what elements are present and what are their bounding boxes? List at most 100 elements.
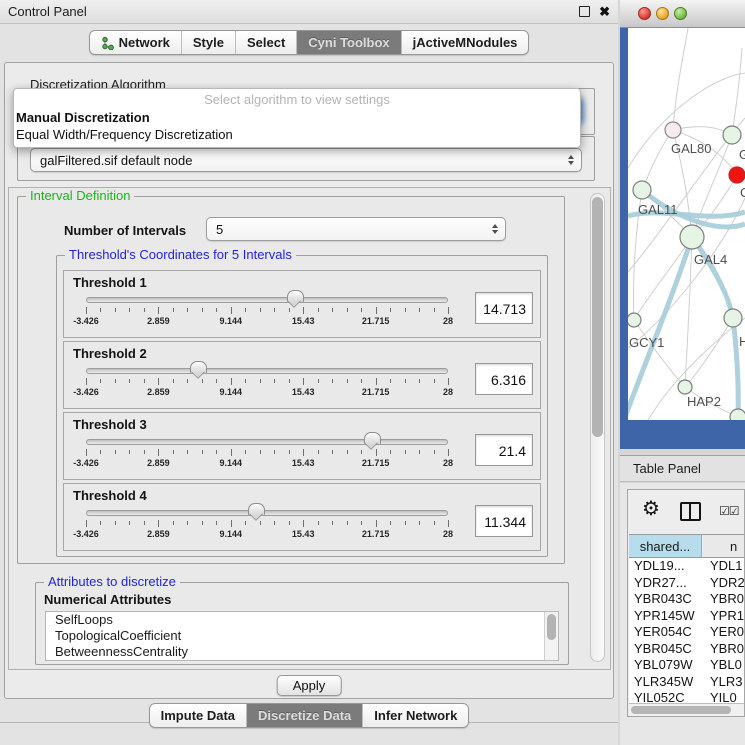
cell-name[interactable]: YDR2 <box>702 575 744 592</box>
apply-button[interactable]: Apply <box>277 675 342 696</box>
table-row[interactable]: YLR345WYLR3 <box>629 674 744 691</box>
cell-shared-name[interactable]: YIL052C <box>629 690 702 703</box>
threshold-value-field[interactable]: 14.713 <box>475 292 533 324</box>
cell-name[interactable]: YIL0 <box>702 690 744 703</box>
control-panel-titlebar: Control Panel ✖ <box>0 0 618 24</box>
tab-network[interactable]: Network <box>90 31 182 54</box>
close-traffic-light-icon[interactable] <box>638 7 651 20</box>
columns-icon[interactable] <box>680 502 701 521</box>
threshold-slider[interactable]: -3.4262.8599.14415.4321.71528 <box>86 290 448 332</box>
network-edge[interactable] <box>733 318 738 417</box>
network-edge[interactable] <box>642 130 673 190</box>
table-data-combobox[interactable]: galFiltered.sif default node <box>30 148 582 172</box>
node-right-mid[interactable] <box>724 309 742 327</box>
slider-track[interactable] <box>86 439 448 445</box>
cell-name[interactable]: YBR0 <box>702 591 744 608</box>
network-edge[interactable] <box>685 318 733 387</box>
node-bottom-right[interactable] <box>730 409 745 420</box>
network-edge[interactable] <box>732 48 742 135</box>
cell-name[interactable]: YDL1 <box>702 558 744 575</box>
node-gal11[interactable] <box>633 181 651 199</box>
tab-impute-data[interactable]: Impute Data <box>150 704 247 727</box>
table-row[interactable]: YBL079WYBL0 <box>629 657 744 674</box>
node-gal80[interactable] <box>665 122 681 138</box>
threshold-value-field[interactable]: 21.4 <box>475 434 533 466</box>
table-horizontal-scrollbar[interactable] <box>629 703 744 716</box>
select-checkboxes-icon[interactable]: ☑☑ <box>719 504 739 518</box>
cell-name[interactable]: YBL0 <box>702 657 744 674</box>
node-hap2[interactable] <box>678 380 692 394</box>
node-selected-red[interactable] <box>729 167 745 183</box>
node-label: HAP2 <box>687 394 721 409</box>
slider-thumb[interactable] <box>364 432 381 444</box>
slider-track[interactable] <box>86 510 448 516</box>
tab-select[interactable]: Select <box>236 31 297 54</box>
attribute-list-item[interactable]: TopologicalCoefficient <box>46 628 558 644</box>
attributes-scrollbar-thumb[interactable] <box>547 614 556 640</box>
tab-jactivemnodules[interactable]: jActiveMNodules <box>402 31 529 54</box>
tab-style[interactable]: Style <box>182 31 236 54</box>
node-gal4[interactable] <box>680 225 704 249</box>
table-row[interactable]: YER054CYER0 <box>629 624 744 641</box>
threshold-slider[interactable]: -3.4262.8599.14415.4321.71528 <box>86 503 448 545</box>
gear-icon[interactable]: ⚙ <box>642 499 660 519</box>
cell-shared-name[interactable]: YBR045C <box>629 641 702 658</box>
table-row[interactable]: YBR043CYBR0 <box>629 591 744 608</box>
numerical-attributes-list[interactable]: SelfLoopsTopologicalCoefficientBetweenne… <box>45 611 559 661</box>
slider-thumb[interactable] <box>287 290 304 302</box>
num-intervals-spinner[interactable]: 5 <box>206 217 506 241</box>
threshold-slider[interactable]: -3.4262.8599.14415.4321.71528 <box>86 361 448 403</box>
attributes-scrollbar[interactable] <box>544 612 558 660</box>
table-row[interactable]: YPR145WYPR1 <box>629 608 744 625</box>
slider-tick <box>318 521 319 525</box>
tab-discretize-data[interactable]: Discretize Data <box>247 704 363 727</box>
close-icon[interactable]: ✖ <box>599 5 610 18</box>
slider-track[interactable] <box>86 368 448 374</box>
cell-name[interactable]: YPR1 <box>702 608 744 625</box>
table-row[interactable]: YBR045CYBR0 <box>629 641 744 658</box>
algorithm-option[interactable]: Equal Width/Frequency Discretization <box>14 126 580 143</box>
tab-cyni-toolbox[interactable]: Cyni Toolbox <box>297 31 401 54</box>
node-gcy1[interactable] <box>628 313 641 327</box>
cell-shared-name[interactable]: YER054C <box>629 624 702 641</box>
float-window-icon[interactable] <box>579 6 590 17</box>
cell-shared-name[interactable]: YDL19... <box>629 558 702 575</box>
cell-shared-name[interactable]: YPR145W <box>629 608 702 625</box>
node-top-right[interactable] <box>723 126 741 144</box>
table-row[interactable]: YIL052CYIL0 <box>629 690 744 703</box>
zoom-traffic-light-icon[interactable] <box>674 7 687 20</box>
cell-shared-name[interactable]: YLR345W <box>629 674 702 691</box>
threshold-value-field[interactable]: 6.316 <box>475 363 533 395</box>
cell-shared-name[interactable]: YBL079W <box>629 657 702 674</box>
attribute-list-item[interactable]: SelfLoops <box>46 612 558 628</box>
algorithm-hint-option[interactable]: Select algorithm to view settings <box>14 91 580 109</box>
network-edge[interactable] <box>673 28 688 130</box>
attribute-list-item[interactable]: BetweennessCentrality <box>46 644 558 660</box>
slider-track[interactable] <box>86 297 448 303</box>
tab-infer-network[interactable]: Infer Network <box>363 704 468 727</box>
table-hscrollbar-thumb[interactable] <box>631 706 731 714</box>
cell-shared-name[interactable]: YDR27... <box>629 575 702 592</box>
network-canvas[interactable]: GAL80GACGAL11GAL4GCY1HHAP2 <box>628 28 745 420</box>
cell-name[interactable]: YBR0 <box>702 641 744 658</box>
minimize-traffic-light-icon[interactable] <box>656 7 669 20</box>
column-header-name[interactable]: n <box>702 535 744 557</box>
threshold-value-field[interactable]: 11.344 <box>475 505 533 537</box>
slider-thumb[interactable] <box>248 503 265 515</box>
thresholds-group: Threshold's Coordinates for 5 Intervals … <box>56 255 548 557</box>
settings-vertical-scrollbar[interactable] <box>590 193 605 662</box>
column-header-shared-name[interactable]: shared... <box>629 535 702 557</box>
slider-tick-label: 15.43 <box>292 387 315 397</box>
threshold-slider[interactable]: -3.4262.8599.14415.4321.71528 <box>86 432 448 474</box>
slider-thumb[interactable] <box>190 361 207 373</box>
attributes-group-title: Attributes to discretize <box>44 574 180 589</box>
cell-shared-name[interactable]: YBR043C <box>629 591 702 608</box>
table-row[interactable]: YDR27...YDR2 <box>629 575 744 592</box>
table-row[interactable]: YDL19...YDL1 <box>629 558 744 575</box>
cell-name[interactable]: YER0 <box>702 624 744 641</box>
network-edge[interactable] <box>634 237 692 320</box>
algorithm-option[interactable]: Manual Discretization <box>14 109 580 126</box>
settings-scrollbar-thumb[interactable] <box>592 197 603 437</box>
network-edge[interactable] <box>692 237 733 318</box>
cell-name[interactable]: YLR3 <box>702 674 744 691</box>
